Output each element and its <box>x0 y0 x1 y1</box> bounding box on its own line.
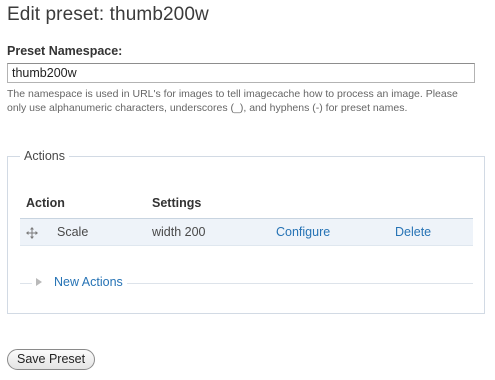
namespace-input[interactable] <box>7 63 475 83</box>
namespace-label: Preset Namespace: <box>7 44 123 58</box>
action-name: Scale <box>57 225 89 239</box>
new-actions-toggle[interactable]: New Actions <box>32 275 127 289</box>
configure-link[interactable]: Configure <box>276 225 330 239</box>
action-settings: width 200 <box>152 225 206 239</box>
page-title: Edit preset: thumb200w <box>7 4 209 25</box>
save-preset-button[interactable]: Save Preset <box>7 349 96 370</box>
triangle-right-icon <box>36 278 42 286</box>
table-row: Scale width 200 Configure Delete <box>20 218 473 246</box>
namespace-description: The namespace is used in URL's for image… <box>7 88 458 114</box>
drag-handle-icon[interactable] <box>26 226 38 239</box>
column-header-settings: Settings <box>152 196 202 210</box>
new-actions-link[interactable]: New Actions <box>54 275 123 289</box>
delete-link[interactable]: Delete <box>395 225 431 239</box>
actions-legend: Actions <box>20 149 69 163</box>
column-header-action: Action <box>26 196 65 210</box>
